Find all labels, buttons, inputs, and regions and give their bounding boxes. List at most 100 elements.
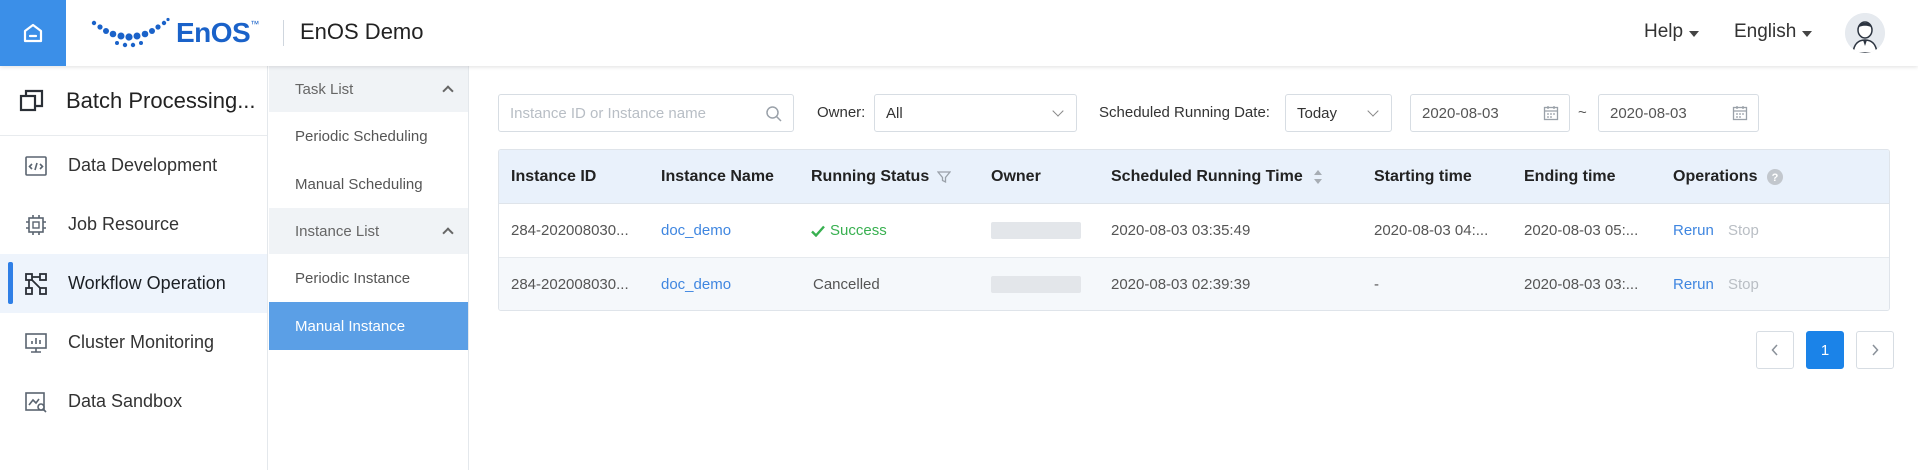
sidebar-header[interactable]: Batch Processing... — [0, 66, 267, 136]
redacted-owner — [991, 222, 1081, 240]
end-date-picker[interactable]: 2020-08-03 — [1598, 94, 1759, 132]
col-owner: Owner — [991, 167, 1041, 185]
cell-instance-id: 284-202008030... — [511, 275, 629, 293]
language-label: English — [1734, 21, 1797, 42]
col-instance-id: Instance ID — [511, 167, 597, 185]
cell-starting-time: - — [1374, 275, 1379, 293]
monitor-chart-icon — [25, 332, 47, 353]
sidebar-title: Batch Processing... — [66, 87, 256, 113]
nav-periodic-instance[interactable]: Periodic Instance — [269, 254, 468, 302]
owner-select[interactable]: All — [874, 94, 1077, 132]
chevron-left-icon — [1771, 344, 1778, 356]
col-running-status-label: Running Status — [811, 167, 930, 185]
sidebar-item-label: Data Sandbox — [68, 391, 183, 411]
code-window-icon — [25, 155, 47, 176]
cell-running-status: Success — [811, 222, 887, 239]
title-divider — [283, 20, 284, 46]
chip-icon — [26, 214, 46, 235]
date-range-separator: ~ — [1578, 104, 1587, 121]
cell-instance-name-link[interactable]: doc_demo — [661, 222, 731, 239]
cell-starting-time: 2020-08-03 04:... — [1374, 222, 1489, 239]
active-indicator — [8, 262, 13, 304]
sidebar-item-data-development[interactable]: Data Development — [0, 136, 267, 195]
col-scheduled-label: Scheduled Running Time — [1111, 167, 1303, 185]
search-input[interactable]: Instance ID or Instance name — [498, 94, 794, 132]
nav-periodic-scheduling[interactable]: Periodic Scheduling — [269, 112, 468, 160]
start-date-picker[interactable]: 2020-08-03 — [1410, 94, 1570, 132]
help-menu[interactable]: Help — [1644, 21, 1700, 43]
cell-owner — [991, 222, 1081, 240]
owner-label: Owner: — [817, 104, 866, 121]
rerun-button[interactable]: Rerun — [1673, 276, 1714, 293]
cell-scheduled-time: 2020-08-03 03:35:49 — [1111, 222, 1251, 239]
help-circle-icon[interactable]: ? — [1767, 168, 1784, 185]
page-button-current[interactable]: 1 — [1806, 331, 1844, 369]
logo-text: EnOS — [176, 17, 251, 48]
scheduled-date-value: Today — [1297, 104, 1338, 122]
col-operations-label: Operations — [1673, 167, 1758, 185]
cell-ending-time: 2020-08-03 03:... — [1524, 275, 1639, 293]
cell-ending-time: 2020-08-03 05:... — [1524, 222, 1639, 239]
top-bar: EnOS ™ EnOS Demo Help English — [0, 0, 1918, 66]
nav-manual-scheduling[interactable]: Manual Scheduling — [269, 160, 468, 208]
chevron-up-icon — [442, 227, 454, 239]
cell-instance-name-link[interactable]: doc_demo — [661, 276, 731, 293]
col-operations: Operations ? — [1673, 167, 1784, 186]
sort-icon[interactable] — [1313, 169, 1323, 185]
chevron-down-icon — [1367, 105, 1379, 117]
check-icon — [811, 225, 825, 237]
sidebar-item-label: Cluster Monitoring — [68, 332, 215, 352]
secondary-sidebar: Task List Periodic Scheduling Manual Sch… — [269, 66, 469, 470]
logo-trademark: ™ — [250, 19, 260, 29]
sidebar-item-job-resource[interactable]: Job Resource — [0, 195, 267, 254]
scheduled-date-label: Scheduled Running Date: — [1099, 104, 1270, 121]
nav-manual-instance[interactable]: Manual Instance — [269, 302, 468, 350]
table-header: Instance ID Instance Name Running Status… — [499, 150, 1889, 204]
rerun-button[interactable]: Rerun — [1673, 222, 1714, 239]
workflow-icon — [25, 272, 47, 295]
cell-running-status: Cancelled — [813, 275, 880, 293]
filter-icon[interactable] — [937, 170, 952, 184]
batch-processing-icon — [19, 89, 44, 111]
cell-instance-id: 284-202008030... — [511, 222, 629, 239]
group-label: Instance List — [295, 222, 380, 240]
chevron-up-icon — [442, 85, 454, 97]
chevron-right-icon — [1872, 344, 1879, 356]
language-menu[interactable]: English — [1734, 21, 1813, 43]
sidebar-item-workflow-operation[interactable]: Workflow Operation — [0, 254, 267, 313]
app-title: EnOS Demo — [300, 19, 424, 44]
sidebar-item-label: Data Development — [68, 155, 218, 175]
stop-button: Stop — [1728, 222, 1759, 239]
sidebar-item-label: Job Resource — [68, 214, 180, 234]
enos-logo[interactable]: EnOS ™ — [90, 14, 259, 52]
col-instance-name: Instance Name — [661, 167, 774, 185]
col-scheduled-running-time[interactable]: Scheduled Running Time — [1111, 168, 1323, 186]
col-running-status: Running Status — [811, 167, 952, 186]
next-page-button[interactable] — [1856, 331, 1894, 369]
group-instance-list[interactable]: Instance List — [269, 208, 468, 254]
chevron-down-icon — [1052, 105, 1064, 117]
status-text: Success — [830, 222, 887, 239]
prev-page-button[interactable] — [1756, 331, 1794, 369]
home-button[interactable] — [0, 0, 66, 66]
scheduled-date-select[interactable]: Today — [1285, 94, 1392, 132]
table-row[interactable]: 284-202008030... doc_demo Success 2020-0… — [499, 204, 1889, 257]
group-label: Task List — [295, 80, 354, 98]
sidebar-item-label: Workflow Operation — [68, 273, 226, 293]
redacted-owner — [991, 275, 1081, 293]
end-date-value: 2020-08-03 — [1610, 104, 1687, 122]
sidebar-item-data-sandbox[interactable]: Data Sandbox — [0, 372, 267, 431]
owner-value: All — [886, 104, 903, 122]
home-icon — [23, 23, 43, 43]
help-label: Help — [1644, 21, 1684, 42]
sidebar-item-cluster-monitoring[interactable]: Cluster Monitoring — [0, 313, 267, 372]
search-placeholder: Instance ID or Instance name — [510, 104, 706, 122]
instance-table: Instance ID Instance Name Running Status… — [498, 149, 1890, 311]
user-avatar[interactable] — [1845, 13, 1885, 53]
group-task-list[interactable]: Task List — [269, 66, 468, 112]
stop-button: Stop — [1728, 275, 1759, 293]
start-date-value: 2020-08-03 — [1422, 104, 1499, 122]
caret-down-icon — [1689, 30, 1700, 37]
table-row[interactable]: 284-202008030... doc_demo Cancelled 2020… — [499, 257, 1889, 310]
sandbox-search-icon — [25, 391, 47, 413]
